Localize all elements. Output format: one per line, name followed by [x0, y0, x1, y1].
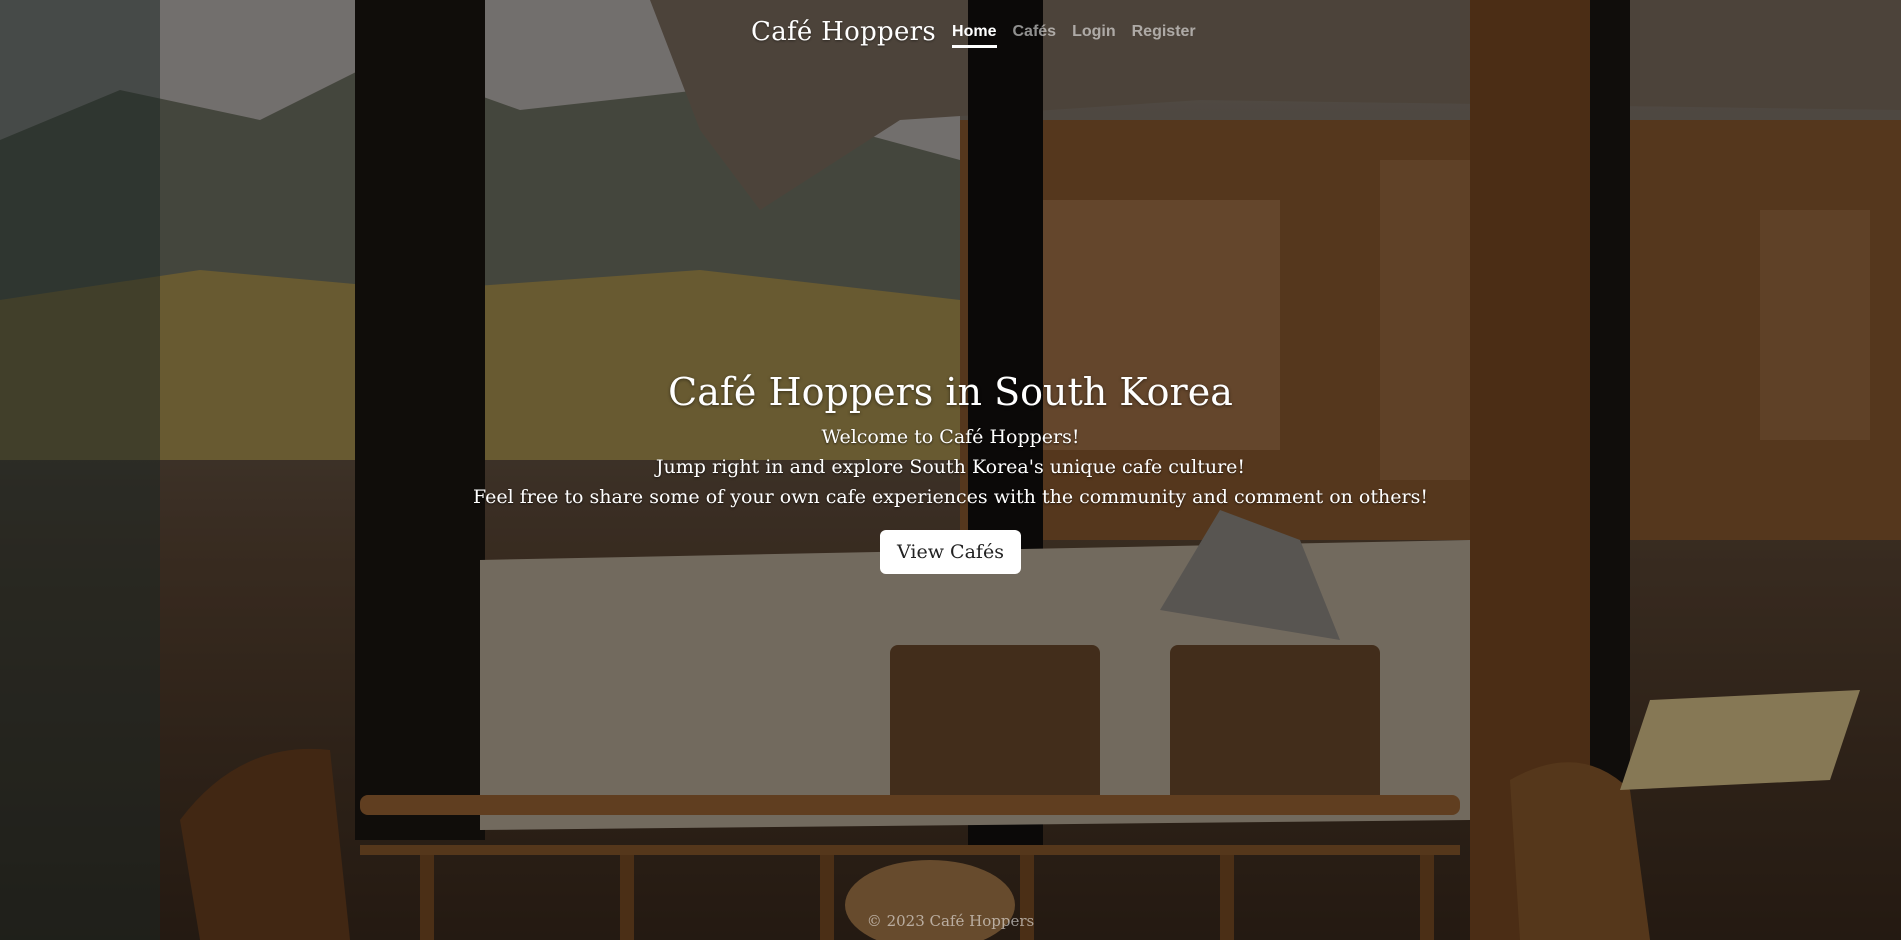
nav-link-register[interactable]: Register [1132, 23, 1196, 48]
navbar: Café Hoppers Home Cafés Login Register [751, 14, 1212, 50]
hero-section: Café Hoppers in South Korea Welcome to C… [0, 370, 1901, 574]
hero-title: Café Hoppers in South Korea [668, 370, 1233, 414]
view-cafes-button[interactable]: View Cafés [880, 530, 1021, 574]
footer-copyright: © 2023 Café Hoppers [866, 912, 1035, 930]
hero-share-text: Feel free to share some of your own cafe… [473, 486, 1428, 508]
nav-link-home[interactable]: Home [952, 23, 997, 48]
brand-logo[interactable]: Café Hoppers [751, 17, 936, 47]
hero-explore-text: Jump right in and explore South Korea's … [655, 456, 1246, 478]
hero-welcome-text: Welcome to Café Hoppers! [821, 426, 1080, 448]
nav-link-cafes[interactable]: Cafés [1013, 23, 1057, 48]
nav-link-login[interactable]: Login [1072, 23, 1116, 48]
